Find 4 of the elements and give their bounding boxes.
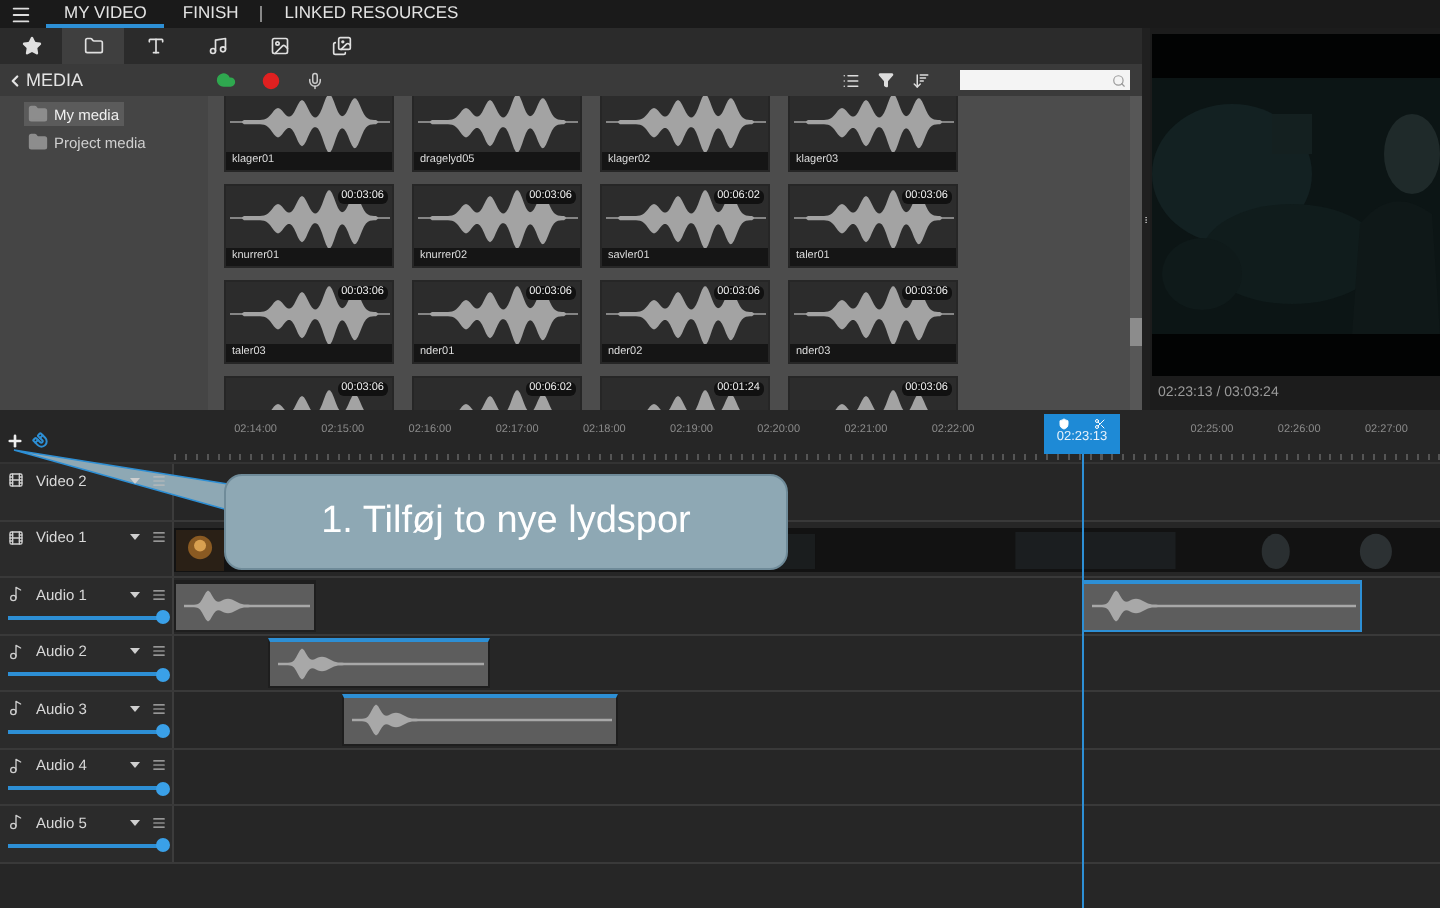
callout: 1. Tilføj to nye lydspor [224,474,788,570]
nav-tab[interactable]: LINKED RESOURCES [266,0,477,28]
nav-tab[interactable]: FINISH [164,0,257,28]
back-button[interactable]: MEDIA [6,70,84,90]
